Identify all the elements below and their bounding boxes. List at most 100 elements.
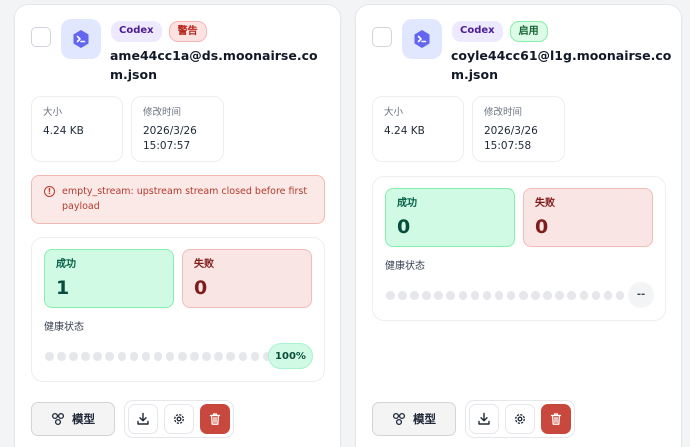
codex-app-icon [402,19,442,59]
health-dot [555,291,564,300]
action-group [124,400,234,438]
health-dot [603,291,613,300]
health-dot [202,352,211,361]
model-nodes-icon [51,412,65,426]
error-message: ! empty_stream: upstream stream closed b… [31,175,325,224]
download-icon [478,412,490,425]
health-dot [482,291,492,300]
mtime-info: 修改时间 2026/3/26 15:07:57 [131,96,224,162]
health-dot [531,291,540,300]
select-checkbox[interactable] [31,27,51,47]
health-dot [579,291,588,300]
select-checkbox[interactable] [372,27,392,47]
codex-app-icon [61,19,101,59]
success-value: 1 [56,277,70,299]
mtime-time: 15:07:58 [484,140,532,152]
mtime-label: 修改时间 [484,107,523,118]
mtime-time: 15:07:57 [143,140,191,152]
health-percentage: -- [628,282,654,308]
health-dot [506,291,516,300]
delete-button[interactable] [541,404,571,434]
account-email: ame44cc1a@ds.moonairse.com.json [110,48,318,82]
health-dot [190,352,199,361]
health-dot [458,291,468,300]
trash-icon [209,413,221,425]
health-dot [446,291,455,300]
stats-panel: 成功 0 失败 0 健康状态 -- [372,176,666,321]
health-dot [470,291,480,300]
action-group [465,400,575,438]
health-dot [165,352,175,361]
card-footer: 模型 [31,400,234,438]
mtime-info: 修改时间 2026/3/26 15:07:58 [472,96,565,162]
success-label: 成功 [56,259,76,270]
mtime-label: 修改时间 [143,107,182,118]
health-dot [214,352,223,361]
health-dot [226,352,235,361]
fail-label: 失败 [535,198,555,209]
health-dot [591,291,601,300]
account-card: Codex 启用 coyle44cc61@l1g.moonairse.com.j… [355,4,682,447]
download-icon [137,412,149,425]
success-label: 成功 [397,198,417,209]
health-dot [386,291,395,300]
fail-value: 0 [194,277,208,299]
model-nodes-icon [392,412,406,426]
fail-label: 失败 [194,259,214,270]
gear-icon [515,414,525,424]
mtime-date: 2026/3/26 [143,125,197,137]
provider-badge: Codex [452,21,503,42]
health-dot [117,352,127,361]
health-dot [141,352,151,361]
health-label: 健康状态 [44,322,84,333]
health-dot [81,352,90,361]
size-info: 大小 4.24 KB [31,96,123,162]
health-dot [543,291,552,300]
health-dot [129,352,139,361]
health-dot [153,352,163,361]
account-email: coyle44cc61@l1g.moonairse.com.json [451,48,672,82]
health-dot [105,352,114,361]
status-badge: 启用 [509,21,548,42]
size-label: 大小 [384,107,404,118]
alert-circle-icon: ! [44,186,55,197]
download-button[interactable] [128,404,158,434]
health-dots [386,291,625,300]
health-percentage: 100% [268,343,313,369]
model-button-label: 模型 [413,412,436,426]
mtime-date: 2026/3/26 [484,125,538,137]
provider-badge: Codex [111,21,162,42]
settings-button[interactable] [505,404,535,434]
health-dot [57,352,66,361]
trash-icon [550,413,562,425]
health-dot [45,352,54,361]
download-button[interactable] [469,404,499,434]
model-button[interactable]: 模型 [31,402,115,436]
model-button-label: 模型 [72,412,95,426]
success-value: 0 [397,216,411,238]
error-text: empty_stream: upstream stream closed bef… [62,186,308,212]
fail-stat: 失败 0 [523,188,653,247]
health-dot [434,291,443,300]
health-dot [250,352,260,361]
health-dot [69,352,78,361]
fail-value: 0 [535,216,549,238]
gear-icon [174,414,184,424]
fail-stat: 失败 0 [182,249,312,308]
health-dot [615,291,625,300]
success-stat: 成功 0 [385,188,515,247]
health-dot [178,352,187,361]
health-dot [494,291,504,300]
health-dot [410,291,419,300]
size-value: 4.24 KB [384,125,425,137]
size-info: 大小 4.24 KB [372,96,464,162]
health-dot [422,291,431,300]
account-card: Codex 警告 ame44cc1a@ds.moonairse.com.json… [14,4,341,447]
success-stat: 成功 1 [44,249,174,308]
mtime-value: 2026/3/26 15:07:57 [143,124,212,154]
delete-button[interactable] [200,404,230,434]
mtime-value: 2026/3/26 15:07:58 [484,124,553,154]
size-label: 大小 [43,107,63,118]
model-button[interactable]: 模型 [372,402,456,436]
settings-button[interactable] [164,404,194,434]
